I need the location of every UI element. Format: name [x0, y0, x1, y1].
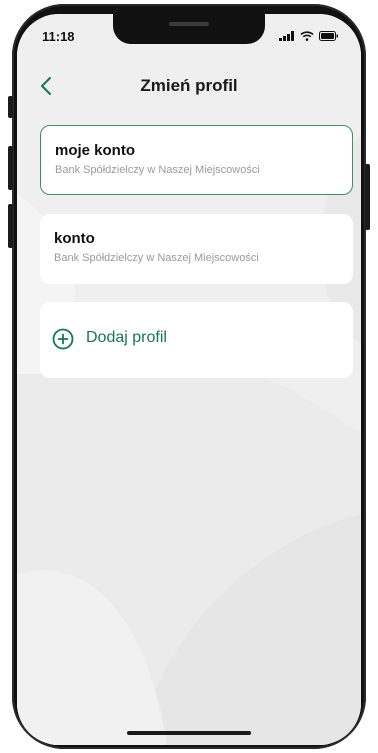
phone-volume-down [8, 204, 13, 248]
battery-icon [319, 31, 338, 41]
profile-bank: Bank Spółdzielczy w Naszej Miejscowości [54, 252, 259, 264]
phone-volume-up [8, 146, 13, 190]
wifi-icon [300, 31, 314, 41]
status-time: 11:18 [42, 29, 75, 44]
phone-notch [113, 14, 265, 44]
profile-bank: Bank Spółdzielczy w Naszej Miejscowości [55, 164, 260, 176]
profile-card-moje-konto[interactable]: moje konto Bank Spółdzielczy w Naszej Mi… [40, 125, 353, 195]
background-waves [17, 14, 361, 745]
add-profile-button[interactable]: Dodaj profil [40, 302, 353, 378]
profile-name: konto [54, 230, 95, 247]
home-indicator[interactable] [127, 731, 251, 735]
add-profile-label: Dodaj profil [86, 329, 167, 346]
status-icons [279, 31, 339, 41]
phone-side-button [8, 96, 13, 118]
app-screen: 11:18 Zmień profil moje konto Bank Spółd… [17, 14, 361, 745]
signal-icon [279, 31, 294, 41]
phone-power-button [365, 164, 370, 230]
phone-speaker [169, 22, 209, 26]
profile-card-konto[interactable]: konto Bank Spółdzielczy w Naszej Miejsco… [40, 214, 353, 284]
page-title: Zmień profil [140, 76, 238, 95]
profile-name: moje konto [55, 142, 136, 159]
header: Zmień profil [17, 66, 361, 106]
plus-circle-icon [52, 328, 74, 350]
